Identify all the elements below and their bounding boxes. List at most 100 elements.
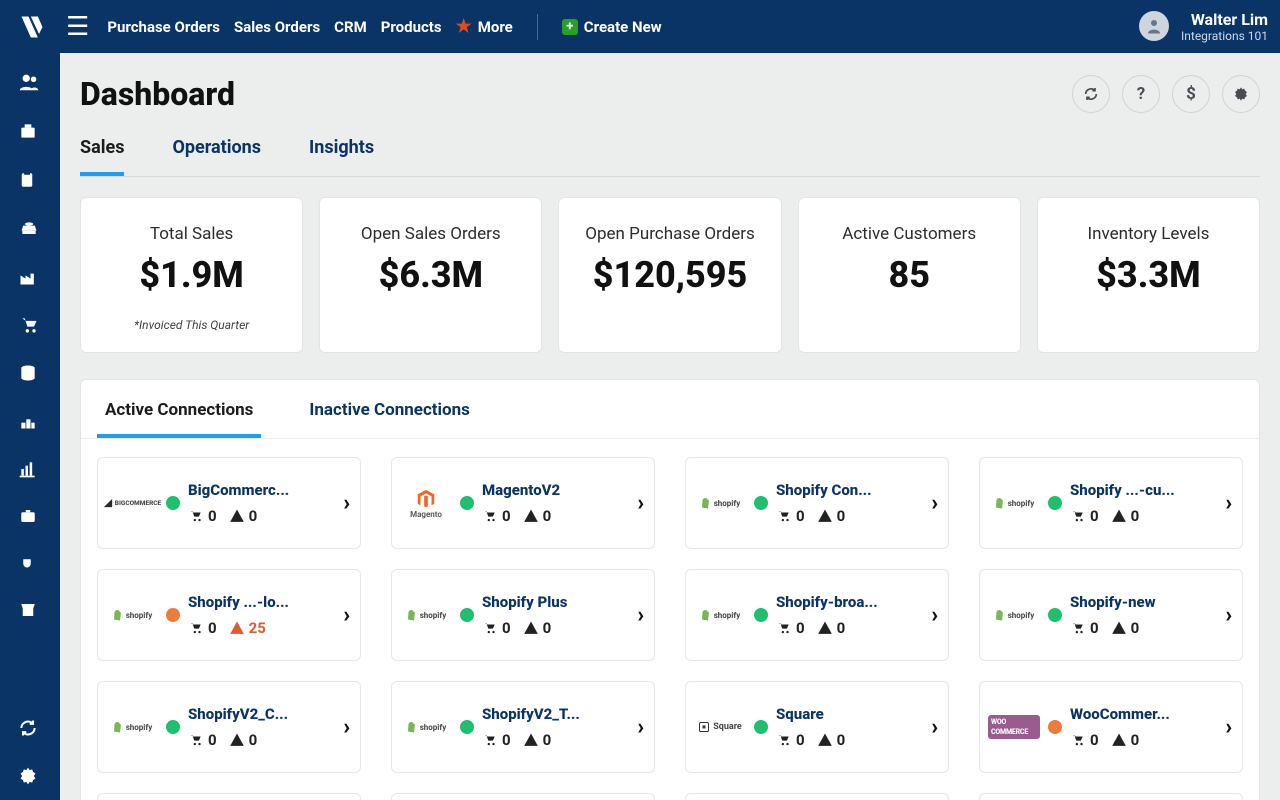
topbar-user-area: Walter Lim Integrations 101 [1139,10,1268,44]
cart-icon [776,733,792,747]
settings-button[interactable] [1222,75,1260,113]
sidebar-refresh-icon[interactable] [18,718,42,738]
refresh-button[interactable] [1072,75,1110,113]
create-new-button[interactable]: + Create New [562,18,662,36]
page-actions: ? $ [1072,75,1260,113]
help-button[interactable]: ? [1122,75,1160,113]
nav-more[interactable]: ★ More [456,16,513,37]
nav-sales-orders[interactable]: Sales Orders [234,18,320,36]
connection-card[interactable]: shopify Shopify ...-lo... 0 25 › [97,569,361,661]
nav-purchase-orders[interactable]: Purchase Orders [107,18,220,36]
sidebar-manufacturing-icon[interactable] [18,267,42,287]
cart-count: 0 [208,731,217,749]
user-block[interactable]: Walter Lim Integrations 101 [1181,10,1268,44]
warning-icon [229,621,245,635]
sidebar-integrations-icon[interactable] [18,553,42,573]
warning-count: 0 [543,507,552,525]
stat-card[interactable]: Inventory Levels $3.3M [1037,197,1260,353]
app-logo[interactable] [12,7,52,47]
stat-label: Total Sales [150,224,233,244]
connection-card[interactable]: Square Square 0 0 › [685,681,949,773]
connection-metrics: 0 0 [188,507,335,525]
pricing-button[interactable]: $ [1172,75,1210,113]
chevron-right-icon: › [931,603,938,628]
connection-name: Shopify ...-lo... [188,593,335,611]
connection-card[interactable]: Etsy Etsy 0 0 › [685,793,949,800]
warning-icon [523,733,539,747]
warning-icon [523,621,539,635]
stat-card[interactable]: Open Purchase Orders $120,595 [558,197,781,353]
connection-card[interactable]: shopify Shopify Con... 0 0 › [685,457,949,549]
tab-active-connections[interactable]: Active Connections [97,392,261,438]
user-avatar[interactable] [1139,11,1169,41]
connection-name: Square [776,705,923,723]
sidebar-reports-icon[interactable] [18,459,42,479]
connection-card[interactable]: shopify Shopify ...-cu... 0 0 › [979,457,1243,549]
sidebar-inventory-icon[interactable] [18,121,42,141]
cart-metric: 0 [188,731,217,749]
stat-value: 85 [888,254,930,296]
sidebar-cart-icon[interactable] [18,315,42,335]
connection-card[interactable]: shopify ShopifyV2_T... 0 0 › [391,681,655,773]
tab-inactive-connections[interactable]: Inactive Connections [301,392,478,438]
cart-count: 0 [502,619,511,637]
stat-cards: Total Sales $1.9M *Invoiced This Quarter… [80,197,1260,353]
create-new-label: Create New [584,18,662,36]
warning-metric: 0 [1111,507,1140,525]
connection-metrics: 0 0 [188,731,335,749]
chevron-right-icon: › [637,603,644,628]
warning-metric: 0 [523,619,552,637]
warning-icon [523,509,539,523]
tab-sales[interactable]: Sales [80,131,124,176]
connection-name: Shopify Con... [776,481,923,499]
warning-metric: 25 [229,619,266,637]
connection-card[interactable]: ebay eBay 2 0 0 › [391,793,655,800]
tab-insights[interactable]: Insights [309,131,374,176]
connection-metrics: 0 0 [482,507,629,525]
warning-icon [1111,733,1127,747]
connection-logo: shopify [988,496,1040,510]
stat-card[interactable]: Open Sales Orders $6.3M [319,197,542,353]
connection-card[interactable]: shopify Shopify-broa... 0 0 › [685,569,949,661]
connection-card[interactable]: BIGCOMMERCE BigCommerc... 0 0 › [97,457,361,549]
menu-toggle-button[interactable]: ☰ [66,14,89,40]
connection-card[interactable]: shopify Shopify-new 0 0 › [979,569,1243,661]
stat-value: $6.3M [379,254,483,296]
status-dot [166,720,180,734]
connections-tabs: Active Connections Inactive Connections [81,392,1259,439]
gear-icon [1233,86,1249,102]
nav-products[interactable]: Products [381,18,442,36]
sidebar-store-icon[interactable] [18,601,42,619]
stat-value: $120,595 [593,254,748,296]
cart-metric: 0 [482,619,511,637]
tab-operations[interactable]: Operations [172,131,261,176]
connection-name: Shopify-broa... [776,593,923,611]
connection-card[interactable]: shopify ShopifyV2_C... 0 0 › [97,681,361,773]
connection-card[interactable]: WOO COMMERCE WooCommer... 0 0 › [979,681,1243,773]
stat-card[interactable]: Total Sales $1.9M *Invoiced This Quarter [80,197,303,353]
sidebar-finance-icon[interactable] [18,363,42,383]
warning-count: 0 [1131,507,1140,525]
chevron-right-icon: › [343,715,350,740]
connection-metrics: 0 0 [776,731,923,749]
stat-card[interactable]: Active Customers 85 [798,197,1021,353]
connection-card[interactable]: amazon Amazon Sell... 0 0 › [97,793,361,800]
dashboard-tabs: Sales Operations Insights [80,131,1260,177]
chevron-right-icon: › [343,603,350,628]
connection-card[interactable]: newegg Newegg -NZ 0 0 › [979,793,1243,800]
warning-count: 0 [1131,731,1140,749]
sidebar-orders-icon[interactable] [18,169,42,191]
sidebar-settings-icon[interactable] [18,766,42,786]
sidebar-shipping-icon[interactable] [18,219,42,239]
cart-metric: 0 [188,507,217,525]
connection-card[interactable]: shopify Shopify Plus 0 0 › [391,569,655,661]
connection-card[interactable]: Magento MagentoV2 0 0 › [391,457,655,549]
sidebar-customers-icon[interactable] [18,71,42,93]
connection-logo: shopify [400,608,452,622]
nav-crm[interactable]: CRM [334,18,367,36]
sidebar-briefcase-icon[interactable] [18,507,42,525]
stat-value: $1.9M [139,254,243,296]
sidebar-warehouse-icon[interactable] [18,411,42,431]
question-icon: ? [1137,84,1145,104]
connection-logo: BIGCOMMERCE [106,498,158,508]
